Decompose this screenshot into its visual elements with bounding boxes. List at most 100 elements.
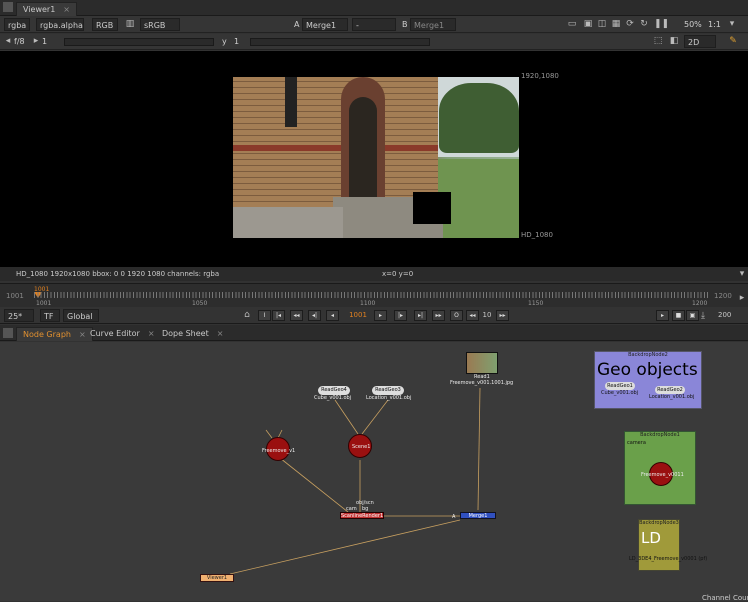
pixel-ratio[interactable]: 1:1 [708,18,721,31]
tab-node-graph[interactable]: Node Graph × [16,327,93,341]
sync-icon[interactable]: ⟳ [624,18,636,30]
backdrop3-header: BackdropNode3 [639,520,679,526]
roi-icon[interactable]: ▣ [582,18,594,30]
out-point-button[interactable]: O [450,310,463,321]
end-frame-field[interactable]: 200 [718,311,731,319]
timeline-menu-icon[interactable]: ▸ [738,292,746,304]
refresh-icon[interactable]: ↻ [638,18,650,30]
scanline-render-node[interactable]: ScanlineRender1 [340,512,384,519]
doorway [349,97,377,197]
viewer-toolbar-2: ◂ f/8 ▸ 1 y 1 ⬚ ◧ 2D ✎ [0,34,748,50]
readgeo1-node[interactable]: ReadGeo1 [605,382,635,390]
in-point-button[interactable]: I [258,310,271,321]
flipbook-icon[interactable]: ⌂ [241,309,253,321]
backdrop-geo-objects[interactable]: BackdropNode2 Geo objects ReadGeo1 Cube_… [594,351,702,409]
loop-button[interactable]: ▸ [656,310,669,321]
chevron-down-icon[interactable]: ▾ [728,18,736,30]
zoom-level[interactable]: 50% [684,18,702,31]
gain-slider[interactable] [64,38,214,46]
gamma-value[interactable]: 1 [234,35,239,48]
timeline[interactable]: 1001 1001 1001 1050 1100 1150 1200 1200 … [0,283,748,307]
gain-arrow-icon[interactable]: ▸ [32,35,40,47]
readgeo4-file: Cube_v001.obj [314,395,352,401]
chevron-down-icon[interactable]: ▾ [738,268,746,280]
backdrop-camera[interactable]: BackdropNode1 camera Freemove_v0011 [624,431,696,505]
wipe-icon[interactable]: ▭ [566,18,578,30]
next-keyframe-button[interactable]: ▸| [414,310,427,321]
panel-tab-bar: Node Graph × Curve Editor × Dope Sheet × [0,325,748,341]
viewer-toolbar-1: rgba rgba.alpha RGB ▥ sRGB A Merge1 - B … [0,16,748,33]
format-bottom-label: HD_1080 [521,231,553,239]
tab-curve-editor[interactable]: Curve Editor × [84,327,161,341]
red-band [233,145,438,151]
scope-dropdown[interactable]: Global [63,309,99,322]
tab-viewer1-label: Viewer1 [23,5,56,14]
close-icon[interactable]: × [217,329,224,338]
step-increment-field[interactable]: 10 [480,310,494,321]
proxy-icon[interactable]: ◫ [596,18,608,30]
b-input-dropdown[interactable]: Merge1 [410,18,456,31]
fstop-arrow-icon[interactable]: ◂ [4,35,12,47]
alpha-dropdown[interactable]: rgba.alpha [36,18,84,31]
backdrop-ld[interactable]: BackdropNode3 LD LD_3DE4_Freemove_v0001 … [629,519,707,571]
merge-node[interactable]: Merge1 [460,512,496,519]
freemove-camera-label: Freemove_v1 [262,448,296,454]
timeline-ruler[interactable] [34,292,708,298]
readgeo3-node[interactable]: ReadGeo3 [372,386,404,395]
close-icon[interactable]: × [63,5,70,14]
tab-dope-sheet[interactable]: Dope Sheet × [156,327,229,341]
clip-warning-icon[interactable]: ▦ [610,18,622,30]
viewer-node[interactable]: Viewer1 [200,574,234,582]
a-input-label: A [294,20,300,29]
node-graph-canvas[interactable]: ReadGeo4 Cube_v001.obj ReadGeo3 Location… [0,342,748,602]
timeline-end: 1200 [714,292,732,300]
lut-dropdown[interactable]: sRGB [140,18,180,31]
close-icon[interactable]: × [148,329,155,338]
pause-icon[interactable]: ❚❚ [654,18,669,30]
gain-value[interactable]: 1 [42,35,47,48]
backdrop2-title: Geo objects [597,360,698,380]
fstop-value[interactable]: f/8 [14,35,25,48]
step-back-increment-button[interactable]: ◂◂ [466,310,479,321]
tab-viewer1[interactable]: Viewer1 × [16,2,77,16]
colorspace-dropdown[interactable]: RGB [92,18,118,31]
window [285,77,297,127]
backdrop3-title: LD [641,529,661,547]
timeline-tick-1050: 1050 [192,300,208,307]
pencil-icon[interactable]: ✎ [728,35,738,47]
play-backward-button[interactable]: ◂ [326,310,339,321]
region-icon[interactable]: ⬚ [652,35,664,47]
view-mode-dropdown[interactable]: 2D [684,35,716,48]
step-back-button[interactable]: ◂| [308,310,321,321]
gamma-slider[interactable] [250,38,430,46]
lut-icon: ▥ [125,19,135,29]
readgeo4-node[interactable]: ReadGeo4 [318,386,350,395]
step-forward-button[interactable]: |▸ [394,310,407,321]
format-info: HD_1080 1920x1080 bbox: 0 0 1920 1080 ch… [16,270,220,278]
current-frame-field[interactable]: 1001 [346,310,370,321]
readgeo2-node[interactable]: ReadGeo2 [655,386,685,394]
prev-keyframe-button[interactable]: ◂◂ [290,310,303,321]
last-frame-button[interactable]: ▸▸ [432,310,445,321]
viewer-image [233,77,519,238]
scene-label: Scene1 [352,444,371,450]
stop-button[interactable]: ■ [672,310,685,321]
channels-dropdown[interactable]: rgba [4,18,30,31]
play-forward-button[interactable]: ▸ [374,310,387,321]
backdrop1-header: BackdropNode1 [640,432,680,438]
readgeo1-file: Cube_v001.obj [601,390,639,396]
export-icon[interactable]: ⤓ [698,310,708,322]
read1-thumbnail[interactable] [466,352,498,374]
readgeo2-file: Location_v001.obj [649,394,695,400]
tf-dropdown[interactable]: TF [40,309,60,322]
fps-dropdown[interactable]: 25* [4,309,34,322]
a-input-dropdown[interactable]: Merge1 [302,18,348,31]
panel-menu-icon[interactable] [3,2,13,12]
tab-node-graph-label: Node Graph [23,330,71,339]
overlay-icon[interactable]: ◧ [668,35,680,47]
panel-menu-icon[interactable] [3,328,13,338]
step-forward-increment-button[interactable]: ▸▸ [496,310,509,321]
viewer-canvas[interactable]: 1920,1080 HD_1080 [0,51,748,267]
compare-mode-dropdown[interactable]: - [352,18,396,31]
first-frame-button[interactable]: |◂ [272,310,285,321]
